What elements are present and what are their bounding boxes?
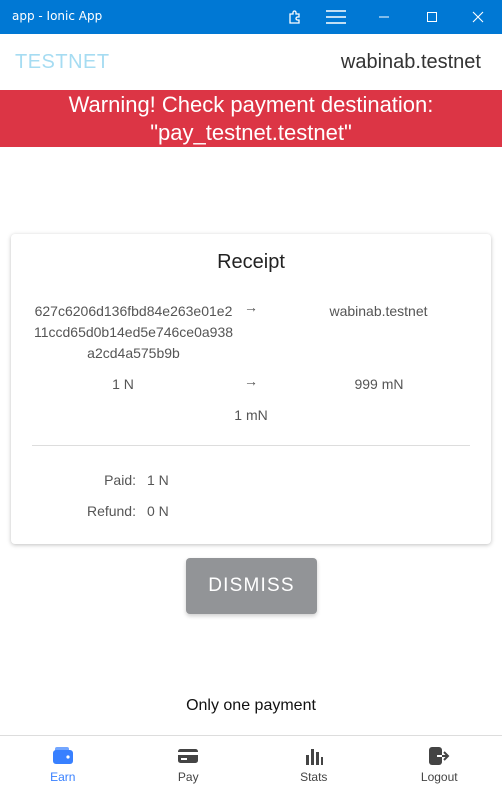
maximize-icon xyxy=(426,11,438,23)
dismiss-button[interactable]: DISMISS xyxy=(186,558,317,614)
close-button[interactable] xyxy=(458,0,498,34)
wallet-icon xyxy=(52,745,74,767)
close-icon xyxy=(472,11,484,23)
menu-button[interactable] xyxy=(316,0,356,34)
fee-amount: 1 mN xyxy=(211,407,291,423)
tab-stats-label: Stats xyxy=(300,770,327,784)
window-titlebar: app - Ionic App xyxy=(0,0,502,34)
network-brand: TESTNET xyxy=(15,51,110,74)
maximize-button[interactable] xyxy=(412,0,452,34)
transaction-id: 627c6206d136fbd84e263e01e211ccd65d0b14ed… xyxy=(31,301,236,364)
tab-bar: Earn Pay Stats Logout xyxy=(0,735,502,794)
amount-out: 999 mN xyxy=(339,376,419,392)
tab-stats[interactable]: Stats xyxy=(251,736,377,794)
paid-value: 1 N xyxy=(147,472,169,488)
tab-pay[interactable]: Pay xyxy=(126,736,252,794)
receipt-card: Receipt 627c6206d136fbd84e263e01e211ccd6… xyxy=(11,234,491,544)
app-header: TESTNET wabinab.testnet xyxy=(0,34,502,90)
card-icon xyxy=(177,745,199,767)
account-name: wabinab.testnet xyxy=(341,51,481,74)
payment-note: Only one payment xyxy=(0,697,502,715)
tab-logout[interactable]: Logout xyxy=(377,736,502,794)
arrow-icon: → xyxy=(241,373,261,389)
receipt-divider xyxy=(32,445,470,446)
warning-line-1: Warning! Check payment destination: xyxy=(0,91,502,119)
warning-banner: Warning! Check payment destination: "pay… xyxy=(0,90,502,147)
stats-icon xyxy=(303,745,325,767)
tab-earn-label: Earn xyxy=(50,770,75,784)
minimize-icon xyxy=(378,11,390,23)
minimize-button[interactable] xyxy=(364,0,404,34)
receipt-destination: wabinab.testnet xyxy=(301,303,456,319)
tab-pay-label: Pay xyxy=(178,770,199,784)
tab-logout-label: Logout xyxy=(421,770,458,784)
arrow-icon: → xyxy=(241,299,261,315)
puzzle-icon xyxy=(287,9,303,25)
extensions-button[interactable] xyxy=(275,0,315,34)
paid-label: Paid: xyxy=(36,472,136,488)
receipt-title: Receipt xyxy=(11,251,491,274)
amount-in: 1 N xyxy=(83,376,163,392)
window-title: app - Ionic App xyxy=(12,9,102,23)
refund-label: Refund: xyxy=(36,503,136,519)
hamburger-icon xyxy=(326,9,346,25)
tab-earn[interactable]: Earn xyxy=(0,736,126,794)
logout-icon xyxy=(428,745,450,767)
warning-line-2: "pay_testnet.testnet" xyxy=(0,119,502,147)
refund-value: 0 N xyxy=(147,503,169,519)
